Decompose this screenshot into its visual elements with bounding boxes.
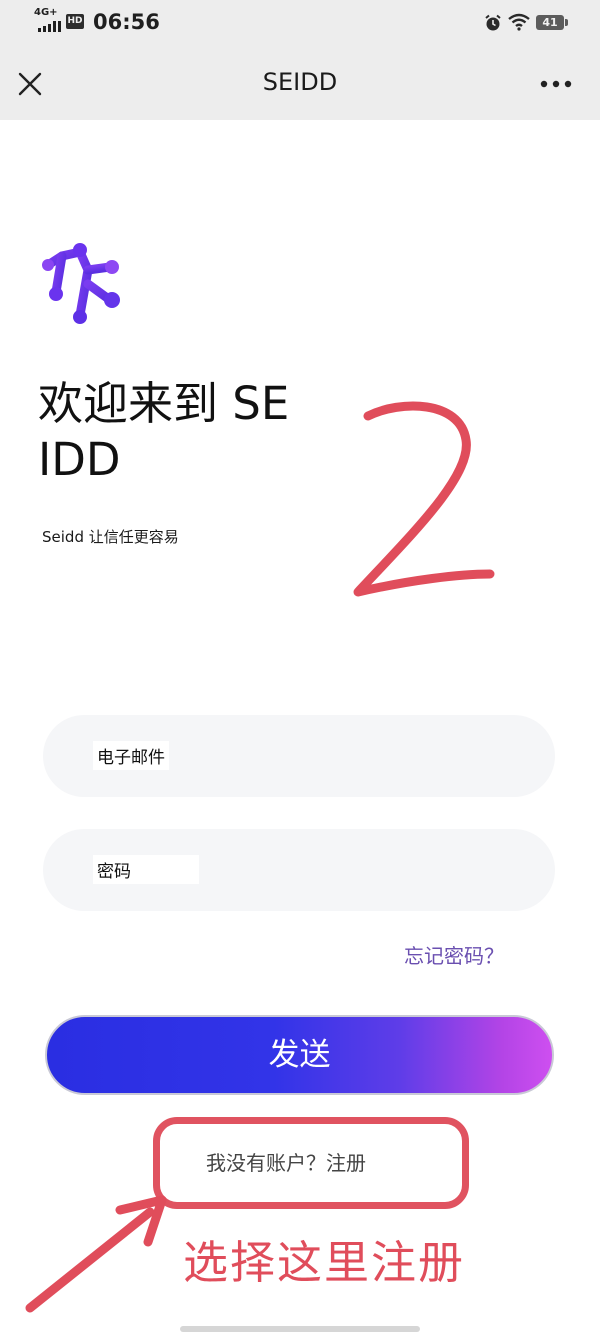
status-bar: 4G+ HD 06:56 41 — [0, 0, 600, 46]
welcome-line-1: 欢迎来到 SE — [38, 377, 290, 430]
email-placeholder: 电子邮件 — [93, 741, 169, 770]
battery-indicator: 41 — [536, 15, 568, 30]
password-field[interactable]: 密码 — [43, 829, 555, 911]
email-field[interactable]: 电子邮件 — [43, 715, 555, 797]
seidd-logo — [42, 243, 120, 324]
signal-icon — [38, 21, 61, 32]
navigation-bar: SEIDD — [0, 46, 600, 120]
welcome-heading: 欢迎来到 SE IDD — [38, 376, 328, 488]
register-link[interactable]: 我没有账户？注册 — [206, 1147, 366, 1176]
page-title: SEIDD — [262, 68, 338, 96]
alarm-icon — [485, 14, 501, 31]
network-indicator: 4G+ — [34, 7, 58, 18]
tagline: Seidd 让信任更容易 — [42, 528, 179, 546]
password-placeholder: 密码 — [93, 855, 199, 884]
home-indicator[interactable] — [180, 1326, 420, 1332]
wifi-icon — [508, 13, 530, 31]
more-options-icon[interactable] — [540, 80, 572, 88]
send-button[interactable]: 发送 — [45, 1015, 554, 1095]
hd-badge: HD — [66, 14, 84, 29]
register-hint-annotation: 选择这里注册 — [183, 1236, 466, 1289]
clock: 06:56 — [93, 10, 160, 34]
annotation-arrow-icon — [25, 1195, 167, 1313]
forgot-password-link[interactable]: 忘记密码？ — [404, 940, 504, 969]
handwritten-step-2-annotation — [353, 401, 495, 597]
welcome-line-2: IDD — [38, 433, 121, 486]
